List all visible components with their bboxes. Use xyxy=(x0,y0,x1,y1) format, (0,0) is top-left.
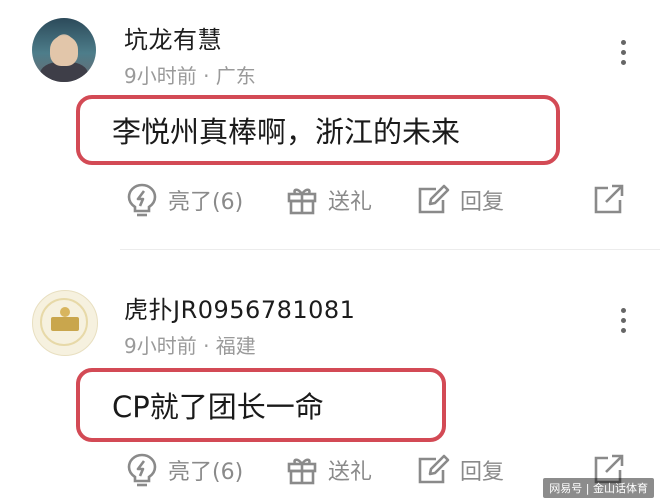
share-button[interactable] xyxy=(592,184,626,216)
like-button[interactable]: 亮了(6) xyxy=(126,452,243,488)
gift-icon xyxy=(287,188,317,215)
avatar-face xyxy=(50,36,78,66)
edit-icon xyxy=(418,184,450,214)
gift-button[interactable]: 送礼 xyxy=(286,184,372,216)
reply-label: 回复 xyxy=(460,190,505,215)
lightbulb-icon xyxy=(127,453,157,487)
comment-meta: 9小时前 · 福建 xyxy=(124,334,256,358)
comment-meta: 9小时前 · 广东 xyxy=(124,64,256,88)
avatar-emblem-top xyxy=(60,307,70,317)
gift-label: 送礼 xyxy=(328,460,373,485)
gift-icon xyxy=(287,458,317,485)
comment-text-content: CP就了团长一命 xyxy=(112,390,324,424)
like-button[interactable]: 亮了(6) xyxy=(126,182,243,218)
comment-text-content: 李悦州真棒啊，浙江的未来 xyxy=(112,115,461,149)
comment-text: 李悦州真棒啊，浙江的未来 xyxy=(76,95,560,165)
more-icon[interactable] xyxy=(618,40,628,70)
lightbulb-icon xyxy=(127,183,157,217)
reply-label: 回复 xyxy=(460,460,505,485)
reply-button[interactable]: 回复 xyxy=(416,184,504,216)
more-icon[interactable] xyxy=(618,308,628,338)
gift-label: 送礼 xyxy=(328,190,373,215)
like-label: 亮了(6) xyxy=(168,460,244,485)
comment-text: CP就了团长一命 xyxy=(76,368,446,442)
like-label: 亮了(6) xyxy=(168,190,244,215)
reply-button[interactable]: 回复 xyxy=(416,454,504,486)
avatar[interactable] xyxy=(32,290,98,356)
edit-icon xyxy=(418,454,450,484)
avatar-emblem xyxy=(51,317,79,331)
username[interactable]: 坑龙有慧 xyxy=(124,20,222,55)
username[interactable]: 虎扑JR0956781081 xyxy=(124,290,355,325)
watermark: 网易号 | 金山话体育 xyxy=(543,478,654,498)
share-icon xyxy=(594,184,624,214)
divider xyxy=(120,249,660,250)
gift-button[interactable]: 送礼 xyxy=(286,454,372,486)
avatar[interactable] xyxy=(32,18,96,82)
